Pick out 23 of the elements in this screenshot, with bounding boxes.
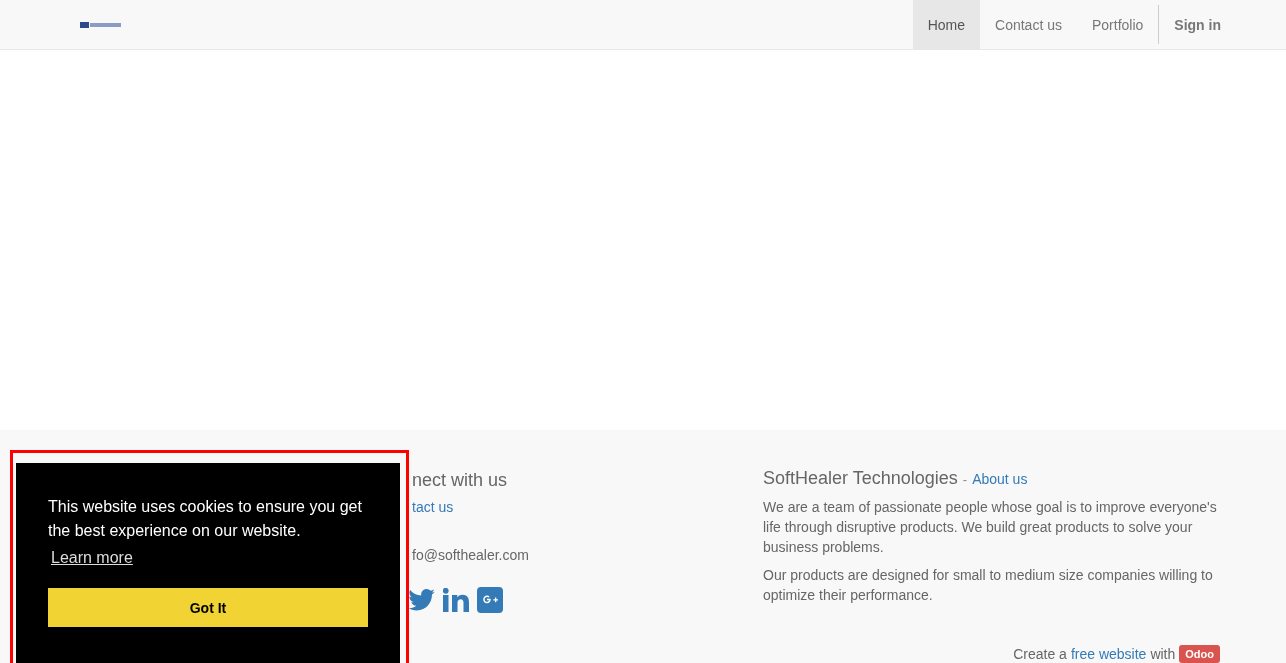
- google-plus-icon[interactable]: [477, 587, 503, 613]
- nav-link[interactable]: Portfolio: [1076, 0, 1159, 49]
- credit-text: with: [1150, 646, 1176, 662]
- company-title: SoftHealer Technologies: [763, 468, 958, 489]
- twitter-icon[interactable]: [408, 589, 435, 611]
- separator-text: -: [962, 472, 968, 487]
- contact-link[interactable]: tact us: [412, 499, 454, 515]
- learn-more-link[interactable]: Learn more: [51, 546, 133, 570]
- linkedin-icon[interactable]: [443, 588, 469, 612]
- about-paragraph: We are a team of passionate people whose goal is to improve everyone's life through disruptive products. We build great products to solve your business problems.: [763, 498, 1218, 557]
- about-paragraph: Our products are designed for small to medium size companies willing to optimize their performance.: [763, 566, 1214, 605]
- credit-text: Create a: [1013, 646, 1067, 662]
- about-link[interactable]: About us: [972, 471, 1028, 487]
- nav-link[interactable]: Home: [912, 0, 981, 49]
- nav-link[interactable]: Contact us: [980, 0, 1077, 49]
- cookie-message: This website uses cookies to ensure you get the best experience on our website.: [48, 497, 363, 541]
- got-it-button[interactable]: Got It: [48, 588, 368, 627]
- sign-in-link[interactable]: Sign in: [1159, 0, 1236, 49]
- email-text: fo@softhealer.com: [412, 547, 529, 563]
- free-website-link[interactable]: free website: [1070, 646, 1147, 662]
- section-heading: nect with us: [412, 469, 508, 492]
- logo-icon[interactable]: [80, 21, 121, 28]
- odoo-badge[interactable]: Odoo: [1179, 645, 1220, 663]
